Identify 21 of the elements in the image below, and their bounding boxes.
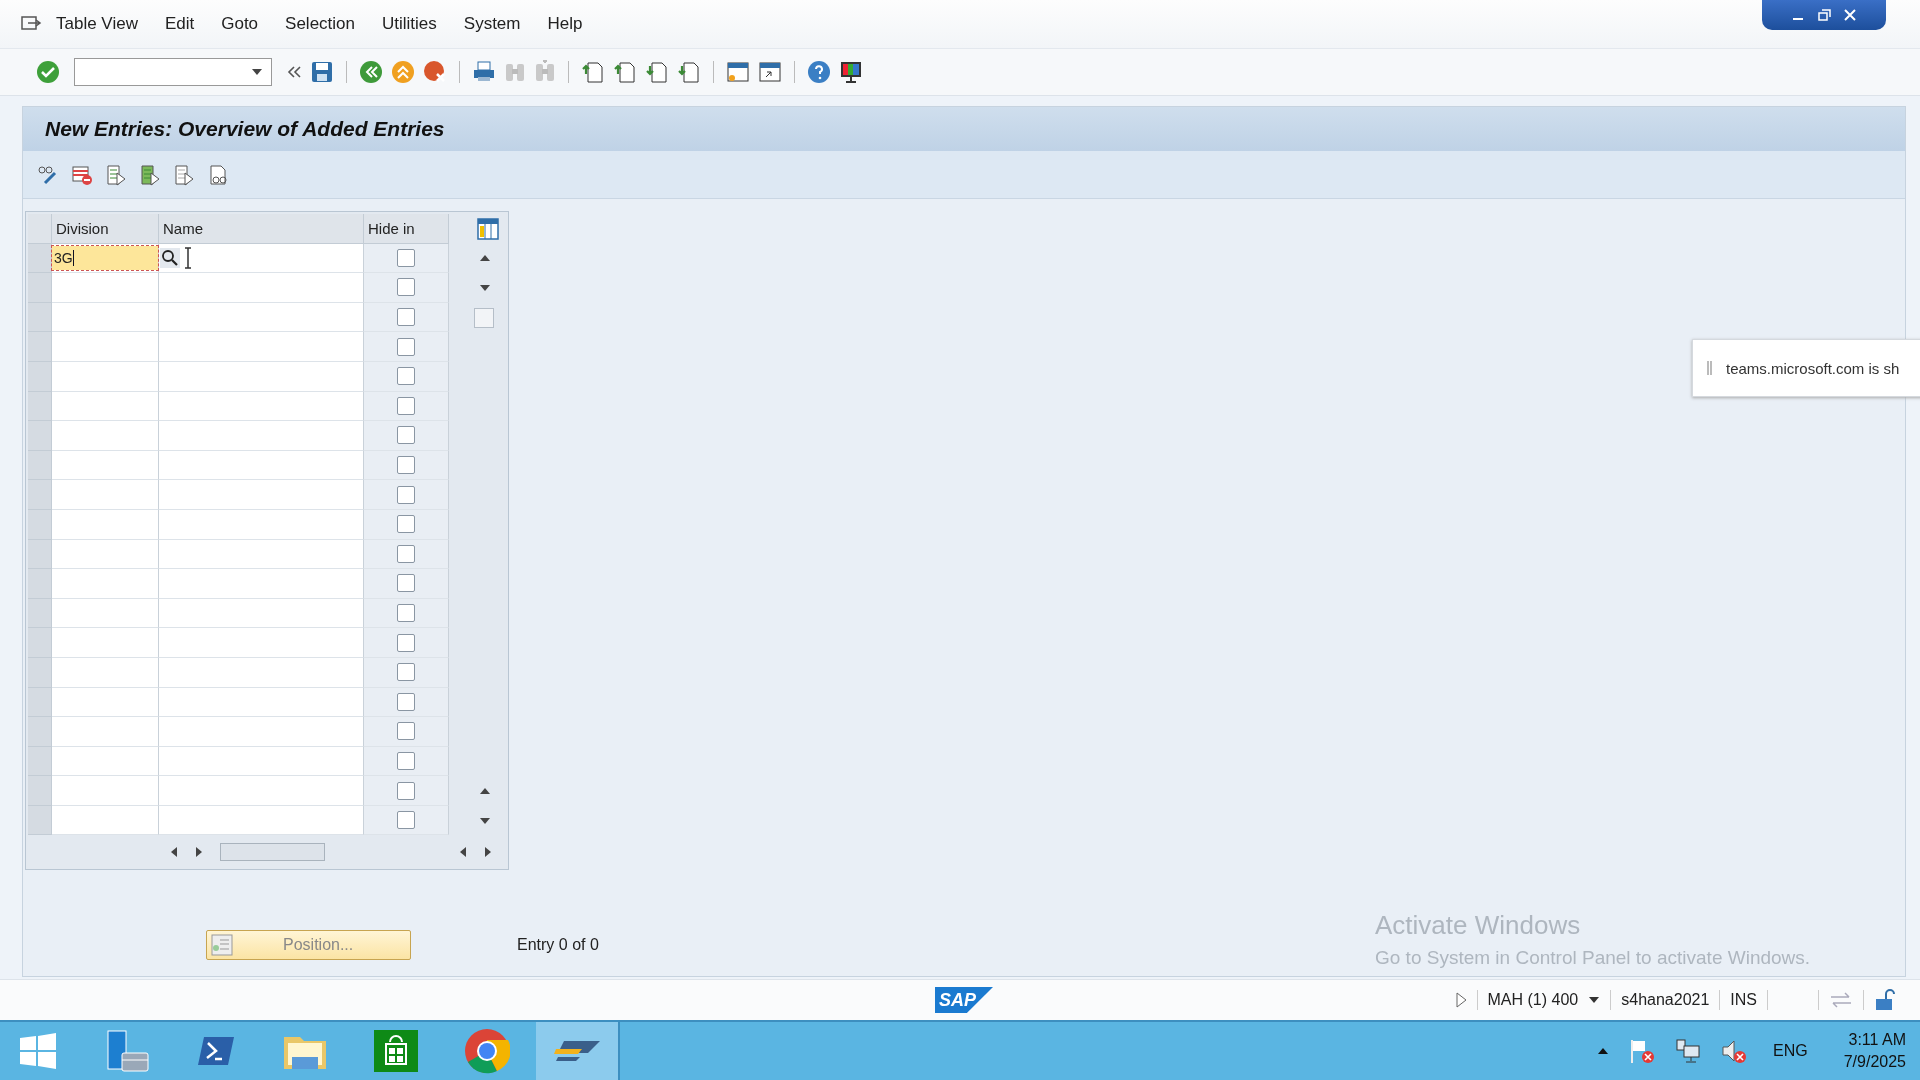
logo: SAP	[935, 987, 993, 1013]
notification-text: teams.microsoft.com is sh	[1726, 359, 1900, 377]
menu-item[interactable]: Edit	[164, 14, 195, 34]
menu-item[interactable]: Selection	[285, 14, 355, 34]
session-info[interactable]: MAH (1) 400	[1487, 991, 1579, 1009]
menu-item[interactable]: System	[463, 14, 521, 34]
column-header[interactable]: Name	[159, 214, 364, 244]
entry-count: Entry 0 of 0	[517, 936, 599, 955]
menu-item[interactable]: Table View	[56, 14, 138, 34]
clock[interactable]: 3:11 AM 7/9/2025	[1843, 1031, 1906, 1071]
language-indicator[interactable]: ENG	[1773, 1042, 1808, 1060]
menu-item[interactable]: Help	[547, 14, 583, 34]
activation-title: Activate Windows	[1375, 910, 1582, 941]
activation-text: Go to System in Control Panel to activate Windows.	[1375, 947, 1811, 969]
menu-item[interactable]: Utilities	[382, 14, 437, 34]
column-header[interactable]: Hide in	[364, 214, 449, 244]
column-header[interactable]: Division	[52, 214, 159, 244]
input-mode: INS	[1730, 991, 1757, 1009]
menu-item[interactable]: Goto	[221, 14, 259, 34]
server-name: s4hana2021	[1621, 991, 1710, 1009]
screen-title: New Entries: Overview of Added Entries	[45, 117, 445, 141]
